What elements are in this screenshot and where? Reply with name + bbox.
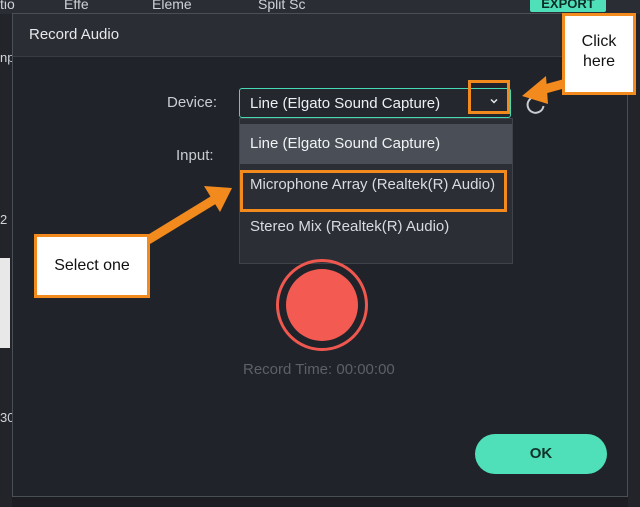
arrow-to-option	[145, 192, 223, 244]
callout-line: here	[582, 53, 616, 70]
select-one-callout: Select one	[34, 234, 150, 298]
arrow-head-dropdown	[522, 76, 548, 104]
click-here-callout: Click here	[562, 13, 636, 95]
callout-line: Click	[581, 33, 617, 50]
